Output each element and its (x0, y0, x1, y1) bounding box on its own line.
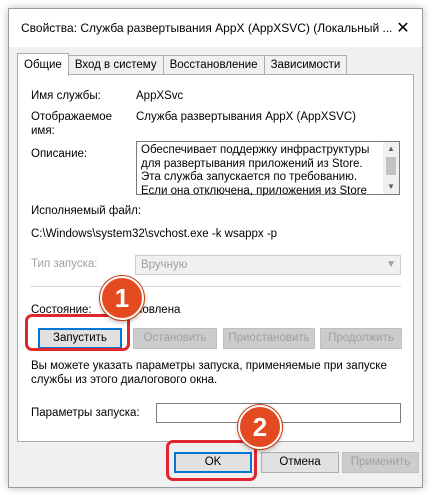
description-text: Обеспечивает поддержку инфраструктуры дл… (141, 144, 370, 196)
startup-type-label: Тип запуска: (31, 258, 98, 270)
description-label: Описание: (31, 148, 88, 160)
pause-button[interactable]: Приостановить (223, 328, 315, 349)
service-name-label: Имя службы: (31, 90, 101, 102)
tab-dependencies[interactable]: Зависимости (263, 55, 348, 75)
display-name-value: Служба развертывания AppX (AppXSVC) (136, 111, 356, 123)
display-name-label-line1: Отображаемое (31, 111, 113, 123)
scroll-up-icon[interactable]: ▲ (383, 142, 399, 156)
scroll-thumb[interactable] (386, 157, 396, 175)
title-bar: Свойства: Служба развертывания AppX (App… (9, 9, 422, 47)
close-icon[interactable]: ✕ (390, 15, 416, 41)
tab-general[interactable]: Общие (17, 53, 69, 76)
status-value: новлена (136, 304, 181, 316)
startup-type-select[interactable]: Вручную ▼ (135, 255, 401, 275)
step-badge-1: 1 (100, 276, 144, 320)
service-name-value: AppXSvc (136, 90, 184, 102)
start-button-highlight (25, 314, 130, 351)
general-tab-panel: Имя службы: AppXSvc Отображаемое имя: Сл… (17, 74, 414, 442)
display-name-label-line2: имя: (31, 125, 55, 137)
params-label: Параметры запуска: (31, 407, 140, 419)
properties-dialog: Свойства: Служба развертывания AppX (App… (8, 8, 423, 488)
stop-button[interactable]: Остановить (133, 328, 217, 349)
description-box[interactable]: Обеспечивает поддержку инфраструктуры дл… (136, 141, 400, 196)
chevron-down-icon: ▼ (386, 259, 396, 270)
tab-recovery[interactable]: Восстановление (162, 55, 265, 75)
executable-label: Исполняемый файл: (31, 205, 142, 217)
ok-button-highlight (166, 440, 257, 481)
cancel-button[interactable]: Отмена (261, 452, 339, 473)
tab-logon[interactable]: Вход в систему (67, 55, 164, 75)
step-badge-2: 2 (238, 405, 282, 449)
description-scrollbar[interactable]: ▲ ▼ (383, 142, 399, 194)
scroll-down-icon[interactable]: ▼ (383, 180, 399, 194)
resume-button[interactable]: Продолжить (320, 328, 402, 349)
separator (30, 286, 401, 287)
executable-value: C:\Windows\system32\svchost.exe -k wsapp… (31, 228, 278, 240)
window-title: Свойства: Служба развертывания AppX (App… (21, 21, 393, 35)
startup-type-value: Вручную (141, 259, 188, 271)
tab-bar: Общие Вход в систему Восстановление Зави… (17, 53, 348, 76)
params-hint: Вы можете указать параметры запуска, при… (31, 360, 387, 386)
apply-button[interactable]: Применить (342, 452, 419, 473)
